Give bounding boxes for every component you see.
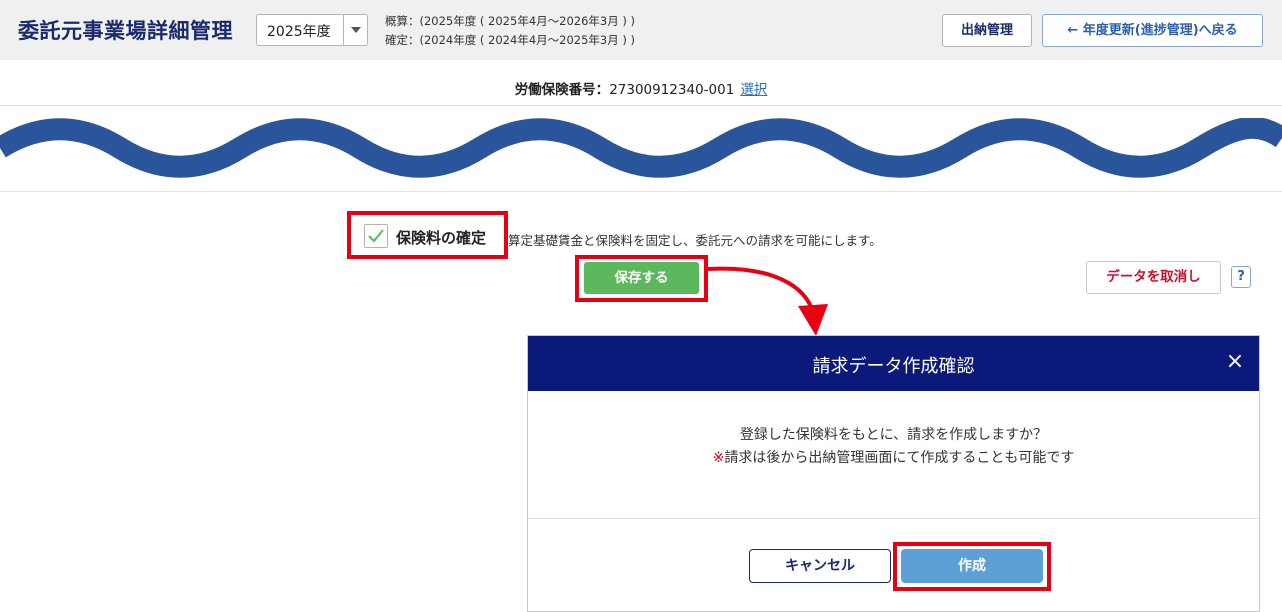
confirm-description: 算定基礎賃金と保険料を固定し、委託元への請求を可能にします。: [508, 233, 882, 248]
period-confirm: 確定：(2024年度 ( 2024年4月～2025年3月 ) ): [385, 33, 636, 47]
confirm-modal: 請求データ作成確認 × 登録した保険料をもとに、請求を作成しますか？ ※請求は後…: [527, 335, 1260, 612]
red-arrow-icon: [707, 266, 828, 336]
page-title: 委託元事業場詳細管理: [18, 19, 233, 43]
insurance-number-value: 27300912340-001: [609, 82, 735, 98]
wave-break-separator: [0, 118, 1282, 178]
note-mark: ※: [712, 450, 725, 466]
modal-note: ※請求は後から出納管理画面にて作成することも可能です: [528, 447, 1259, 470]
modal-body: 登録した保険料をもとに、請求を作成しますか？ ※請求は後から出納管理画面にて作成…: [528, 424, 1259, 470]
insurance-number-label: 労働保険番号：: [514, 82, 610, 98]
modal-note-text: 請求は後から出納管理画面にて作成することも可能です: [724, 450, 1075, 466]
modal-divider: [528, 518, 1259, 519]
period-info: 概算：(2025年度 ( 2025年4月～2026年3月 ) ) 確定：(202…: [385, 12, 635, 50]
modal-message: 登録した保険料をもとに、請求を作成しますか？: [739, 427, 1048, 443]
confirm-checkbox[interactable]: [364, 224, 388, 248]
modal-title: 請求データ作成確認: [812, 356, 975, 377]
caret-down-icon[interactable]: [351, 27, 361, 33]
year-select-value: 2025年度: [267, 24, 331, 40]
create-button[interactable]: 作成: [901, 549, 1043, 583]
close-icon[interactable]: ×: [1224, 349, 1246, 375]
question-icon[interactable]: ?: [1231, 266, 1251, 288]
back-button[interactable]: ← 年度更新(進捗管理)へ戻る: [1042, 14, 1263, 47]
modal-header: 請求データ作成確認 ×: [528, 336, 1259, 391]
suino-button[interactable]: 出納管理: [942, 14, 1032, 47]
period-estimate: 概算：(2025年度 ( 2025年4月～2026年3月 ) ): [385, 14, 636, 28]
cancel-data-button[interactable]: データを取消し: [1086, 261, 1221, 294]
year-select[interactable]: 2025年度: [256, 14, 368, 46]
select-link[interactable]: 選択: [740, 82, 767, 98]
cancel-button[interactable]: キャンセル: [749, 549, 891, 583]
app-header: 委託元事業場詳細管理 2025年度 概算：(2025年度 ( 2025年4月～2…: [0, 0, 1282, 60]
divider: [0, 105, 1282, 106]
select-separator: [343, 15, 344, 45]
confirm-label: 保険料の確定: [396, 229, 487, 247]
insurance-number-row: 労働保険番号：27300912340-001 選択: [0, 78, 1282, 98]
divider: [0, 191, 1282, 192]
save-button[interactable]: 保存する: [584, 262, 699, 294]
check-icon: [368, 229, 384, 243]
